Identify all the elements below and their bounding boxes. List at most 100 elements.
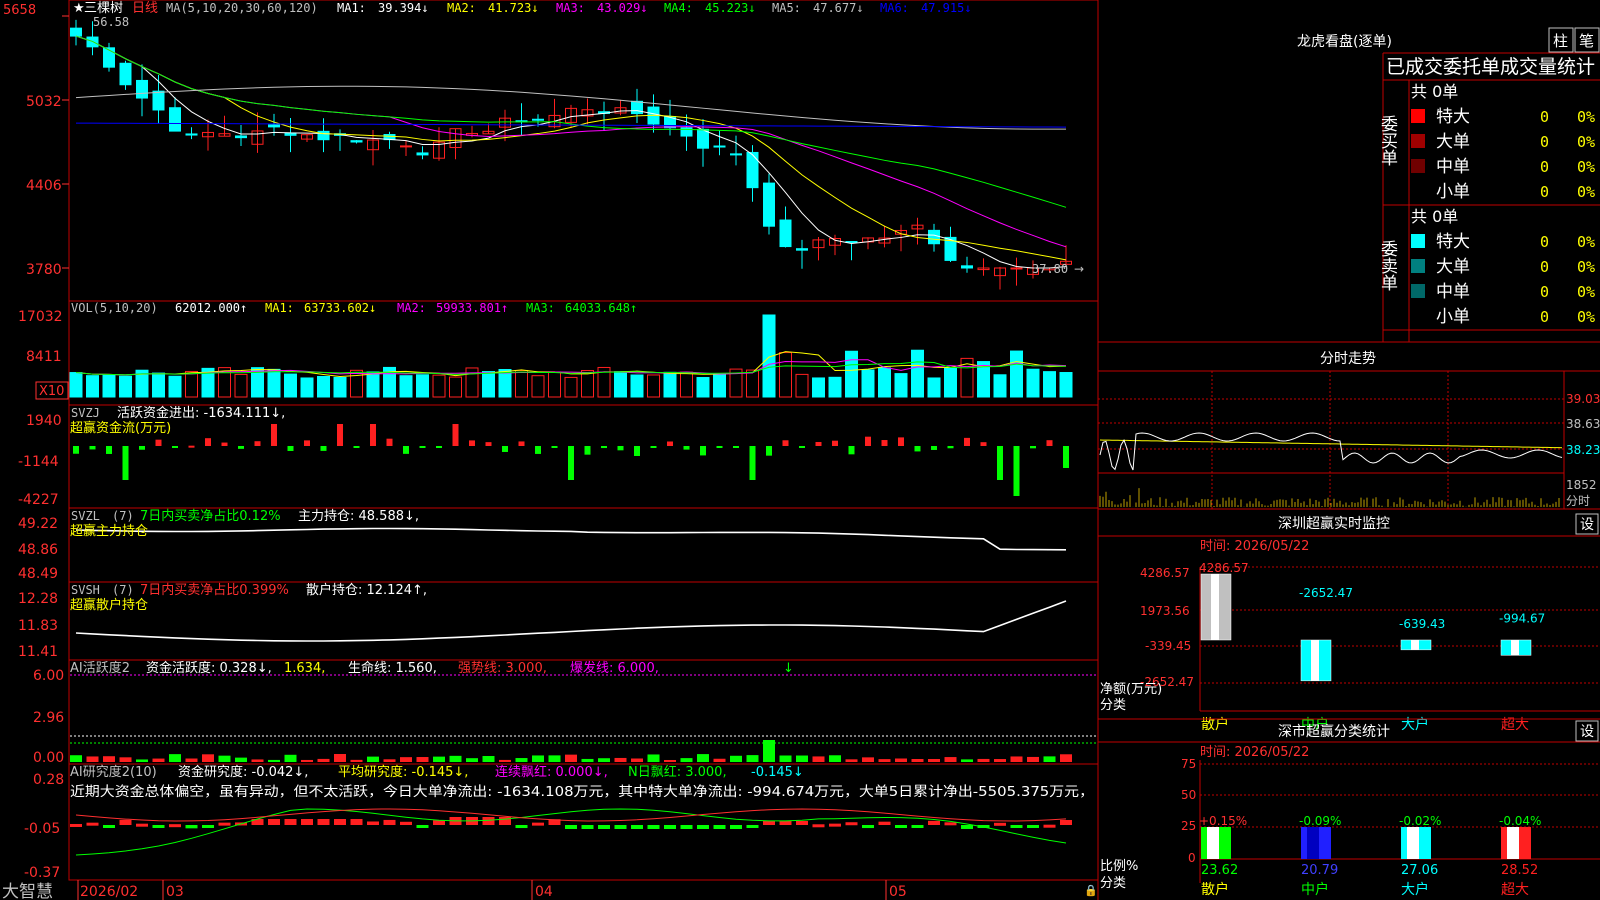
activity-bar — [515, 758, 528, 762]
flow-bar — [832, 440, 838, 446]
flow-bar — [502, 446, 508, 452]
activity-bar — [334, 754, 346, 762]
order-percent: 0% — [1577, 233, 1595, 251]
activity-bar — [202, 754, 214, 762]
flow-bar — [601, 446, 607, 449]
svsh-pane[interactable]: 12.28 11.83 11.41 SVSH (7) 7日内买卖净占比0.399… — [18, 581, 1099, 661]
order-count: 0 — [1540, 283, 1549, 301]
volume-bar — [119, 375, 132, 398]
swatch — [1411, 159, 1425, 173]
activity-bar — [647, 754, 660, 762]
order-percent: 0% — [1577, 133, 1595, 151]
activity-bar — [845, 759, 858, 762]
svzj-pane[interactable]: 1940 -1144 -4227 SVZJ 活跃资金进出: -1634.111↓… — [18, 404, 1099, 509]
activity-bar — [565, 754, 577, 762]
activity-bar — [730, 755, 742, 762]
candle — [169, 107, 181, 132]
svzl-ratio: 7日内买卖净占比0.12% — [140, 508, 281, 524]
activity-bar — [317, 758, 330, 762]
ai-research-pane[interactable]: 0.28 -0.05 -0.37 AI研究度2(10) 资金研究度: -0.04… — [24, 763, 1099, 881]
vol-ma2-key: MA2: — [397, 301, 426, 315]
volume-bar — [185, 370, 198, 398]
candle — [961, 265, 973, 269]
ai-activity-pane[interactable]: 6.00 2.96 0.00 AI活跃度2 资金活跃度: 0.328↓, 1.6… — [33, 659, 1099, 766]
candle — [119, 62, 132, 86]
intraday-title: 分时走势 — [1320, 351, 1376, 367]
activity-bar — [928, 758, 940, 762]
activity-bar — [367, 756, 379, 762]
volume-bar — [795, 373, 809, 398]
activity-bar — [614, 757, 627, 762]
activity-bar — [301, 759, 313, 762]
research-tick: -0.37 — [24, 865, 60, 881]
ratio-change: +0.15% — [1199, 814, 1247, 828]
stock-name: 三棵树 — [84, 1, 123, 16]
candles — [70, 19, 1072, 290]
volume-bar — [366, 371, 380, 398]
volume-bar — [911, 349, 924, 398]
research-bar — [334, 819, 346, 825]
x-axis: 大智慧 2026/02 03 04 05 🔒 — [2, 880, 1098, 900]
volume-bar — [168, 375, 182, 398]
low-price-mark: 37.80 — [1032, 262, 1068, 276]
ai-lifeline: 生命线: 1.560, — [348, 660, 437, 676]
svzj-bars — [73, 424, 1069, 496]
volume-bar — [564, 376, 578, 398]
flow-bar — [188, 445, 195, 448]
volume-bar — [333, 376, 347, 398]
main-price-tick: 3780 — [26, 262, 62, 278]
monitor-tick: 1973.56 — [1140, 604, 1190, 618]
flow-bar — [370, 424, 376, 446]
flow-bar — [749, 446, 756, 480]
activity-bar — [697, 754, 709, 762]
volume-bar — [944, 367, 957, 398]
flow-bar — [733, 446, 739, 448]
activity-bar — [499, 759, 511, 762]
volume-bar — [779, 352, 792, 398]
category-label: 散户 — [1201, 881, 1229, 898]
svzj-value: 活跃资金进出: -1634.111↓, — [117, 405, 285, 421]
flow-bar — [881, 440, 888, 446]
research-bar — [664, 825, 676, 829]
research-bar — [1010, 825, 1023, 828]
research-bar — [416, 825, 429, 828]
research-bar — [268, 819, 280, 825]
vol-tick: 8411 — [26, 349, 62, 365]
bar-highlight — [1411, 640, 1419, 650]
flow-bar — [898, 437, 904, 446]
flow-bar — [1063, 446, 1069, 468]
monitor-tick: -339.45 — [1145, 639, 1191, 653]
candle — [350, 140, 363, 143]
flow-bar — [452, 424, 459, 446]
order-count: 0 — [1540, 183, 1549, 201]
activity-bar — [779, 755, 792, 762]
research-bar — [631, 825, 643, 829]
ma6-value: 47.915↓ — [921, 1, 972, 15]
ai-activity-2: 1.634, — [284, 661, 325, 676]
svzl-pane[interactable]: 49.22 48.86 48.49 SVZL (7) 7日内买卖净占比0.12%… — [18, 507, 1099, 583]
flow-bar — [848, 446, 855, 455]
flow-bar — [172, 446, 178, 448]
activity-bar — [416, 757, 429, 762]
flow-bar — [485, 442, 492, 446]
activity-bar — [268, 759, 280, 762]
activity-bar — [548, 755, 561, 762]
lock-icon[interactable]: 🔒 — [1084, 884, 1098, 897]
activity-bar — [895, 758, 907, 762]
volume-bar — [317, 375, 330, 398]
intraday-vol-tick: 1852 — [1566, 478, 1597, 492]
volume-bar — [531, 375, 545, 398]
period-label: 日线 — [132, 1, 158, 16]
intraday-tick: 39.03 — [1566, 392, 1600, 406]
volume-pane[interactable]: 17032 8411 X10 VOL(5,10,20) 62012.000↑ M… — [18, 300, 1099, 406]
research-bar — [581, 825, 594, 829]
order-size-label: 中单 — [1436, 282, 1470, 302]
classify-tick: 25 — [1181, 819, 1196, 833]
kline-pane[interactable]: 5658 5032 4406 3780 ★ 三棵树 日线 MA(5,10,20,… — [3, 0, 1099, 302]
volume-bar — [993, 374, 1007, 398]
svzl-line — [75, 527, 1067, 551]
volume-bar — [234, 373, 248, 398]
candle — [416, 152, 429, 156]
monitor-bars: 4286.57散户-2652.47中户-639.43大户-994.67超大 — [1199, 561, 1545, 733]
intraday-panel[interactable]: 分时走势 39.03 38.63 38.23 1852 分时 — [1098, 351, 1600, 510]
